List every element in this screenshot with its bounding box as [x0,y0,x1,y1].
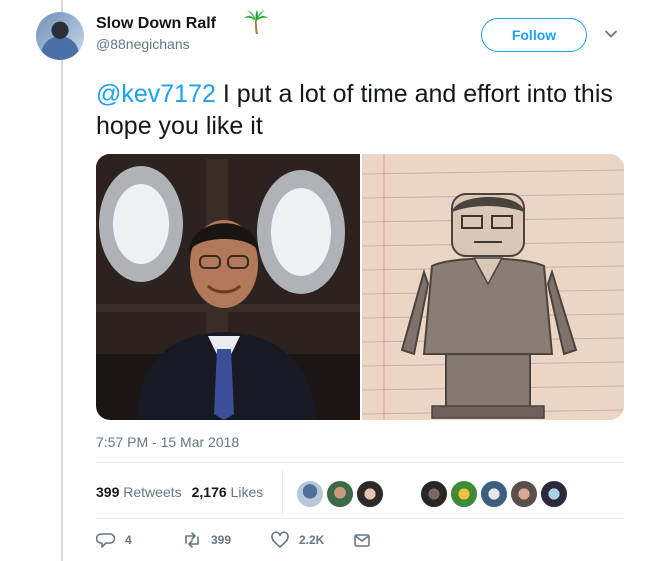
like-count: 2.2K [299,533,325,547]
media-grid [96,154,624,420]
liker-avatar[interactable] [540,480,568,508]
reply-icon [96,533,116,548]
tweet-stats: 399 Retweets 2,176 Likes [96,484,263,500]
chevron-down-icon[interactable] [603,26,619,42]
liker-avatar[interactable] [480,480,508,508]
retweet-button[interactable]: 399 [182,530,231,550]
reply-count: 4 [125,533,132,547]
likes-label: Likes [230,484,264,500]
tweet-text: @kev7172 I put a lot of time and effort … [96,78,636,142]
reply-button[interactable]: 4 [96,530,132,550]
divider [96,518,624,519]
palm-tree-icon [244,10,268,34]
stats-divider [282,470,283,514]
retweets-stat[interactable]: 399 Retweets [96,484,182,500]
drawing-icon[interactable] [362,154,624,420]
retweets-label: Retweets [123,484,182,500]
liker-avatar[interactable] [510,480,538,508]
tweet-timestamp[interactable]: 7:57 PM - 15 Mar 2018 [96,434,239,450]
retweet-icon [185,532,199,548]
photo-icon[interactable] [96,154,360,420]
liker-avatar[interactable] [356,480,384,508]
liker-avatar[interactable] [450,480,478,508]
divider [96,462,624,463]
direct-message-button[interactable] [352,530,372,550]
likes-count: 2,176 [191,484,227,500]
envelope-icon [354,534,370,547]
user-handle[interactable]: @88negichans [96,36,190,52]
like-button[interactable]: 2.2K [270,530,324,550]
likes-stat[interactable]: 2,176 Likes [192,484,264,500]
liker-avatar[interactable] [296,480,324,508]
heart-icon [271,531,289,548]
avatar[interactable] [36,12,84,60]
retweet-count: 399 [211,533,232,547]
retweets-count: 399 [96,484,120,500]
liker-avatar[interactable] [326,480,354,508]
follow-button[interactable]: Follow [481,18,587,52]
thread-line [61,0,63,561]
display-name[interactable]: Slow Down Ralf [96,15,216,33]
mention-link[interactable]: @kev7172 [96,80,216,108]
liker-avatar[interactable] [420,480,448,508]
